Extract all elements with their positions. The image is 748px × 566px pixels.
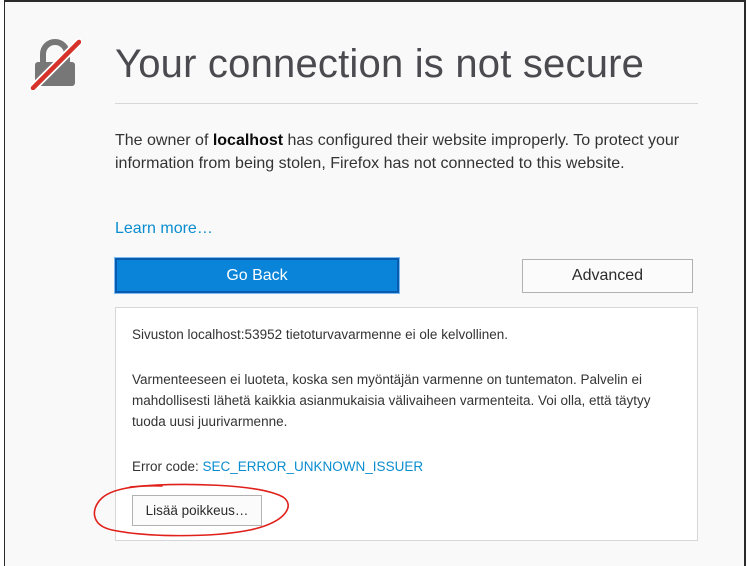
error-code-label: Error code: — [132, 459, 203, 474]
advanced-button[interactable]: Advanced — [522, 259, 693, 293]
go-back-button[interactable]: Go Back — [115, 258, 399, 293]
advanced-panel: Sivuston localhost:53952 tietoturvavarme… — [115, 307, 698, 541]
error-code-line: Error code: SEC_ERROR_UNKNOWN_ISSUER — [132, 456, 682, 477]
cert-invalid-text: Sivuston localhost:53952 tietoturvavarme… — [132, 327, 508, 342]
broken-lock-icon — [29, 38, 81, 90]
error-code-link[interactable]: SEC_ERROR_UNKNOWN_ISSUER — [203, 459, 424, 474]
learn-more-link[interactable]: Learn more… — [115, 217, 213, 240]
page-title: Your connection is not secure — [115, 42, 645, 86]
intro-before: The owner of — [115, 132, 213, 149]
error-page: Your connection is not secure The owner … — [4, 0, 746, 566]
add-exception-button[interactable]: Lisää poikkeus… — [132, 495, 262, 526]
title-divider — [115, 103, 698, 104]
intro-text: The owner of localhost has configured th… — [115, 129, 700, 175]
cert-untrusted-text: Varmenteeseen ei luoteta, koska sen myön… — [132, 372, 651, 429]
intro-host: localhost — [212, 132, 284, 149]
